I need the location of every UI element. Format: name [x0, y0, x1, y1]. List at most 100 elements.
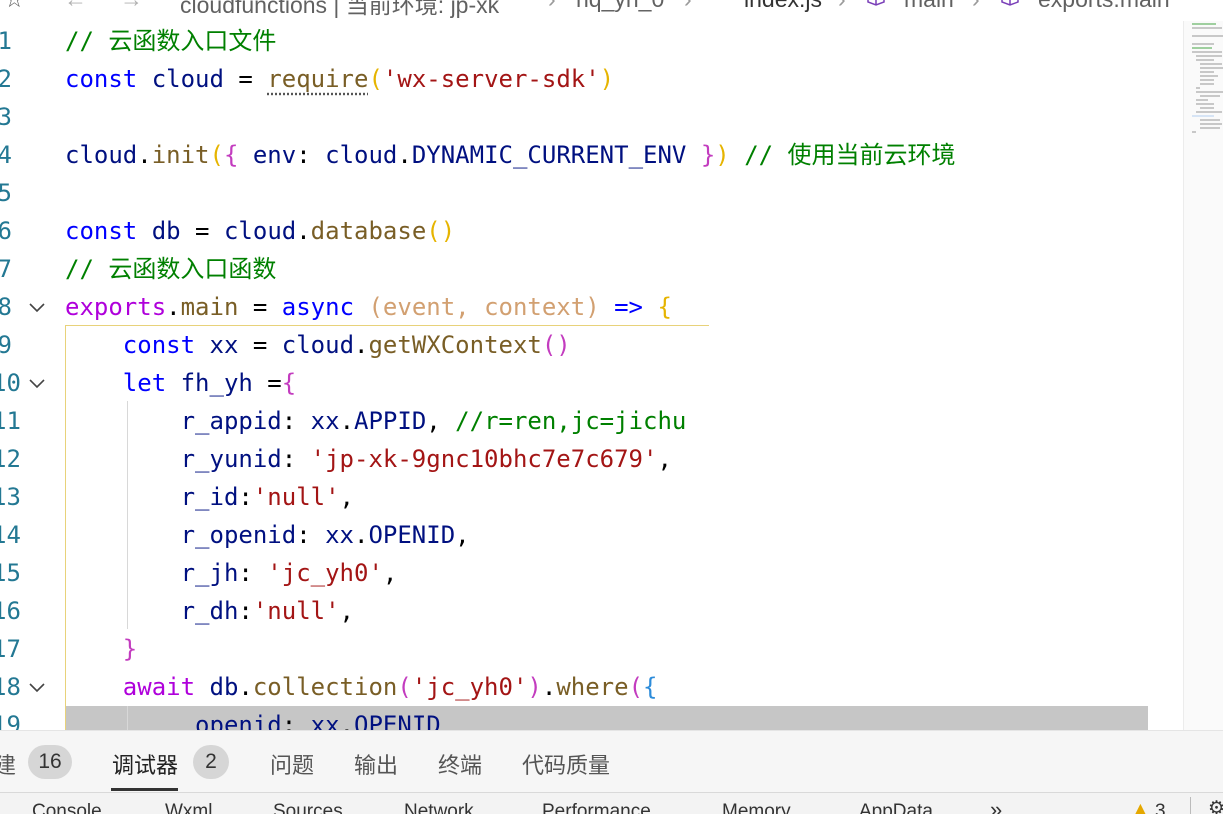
code-line[interactable]: 10 let fh_yh ={: [0, 364, 1183, 402]
code-token: :: [281, 407, 311, 435]
debugger-count-badge: 2: [193, 745, 229, 779]
devtools-tab-memory[interactable]: Memory: [722, 801, 791, 814]
code-editor[interactable]: 1 // 云函数入口文件 2 const cloud = require('wx-se…: [0, 21, 1183, 730]
code-line[interactable]: 11 r_appid: xx.APPID, //r=ren,jc=jichu: [0, 402, 1183, 440]
code-text: // 云函数入口文件: [65, 22, 276, 60]
code-token: :: [296, 141, 326, 169]
code-token: :: [281, 711, 311, 730]
code-token: =: [238, 331, 282, 359]
code-text: openid: xx.OPENID: [65, 706, 441, 730]
code-text: r_yunid: 'jp-xk-9gnc10bhc7e7c679',: [65, 440, 672, 478]
code-token: // 云函数入口函数: [65, 255, 277, 283]
tab-debugger[interactable]: 调试器: [112, 748, 178, 780]
code-token: .: [238, 673, 253, 701]
code-token: .: [296, 217, 311, 245]
breadcrumb-symbol-exports-main[interactable]: exports.main: [1038, 0, 1170, 13]
breadcrumb-symbol-main[interactable]: main: [904, 0, 954, 13]
code-token: const: [65, 65, 138, 93]
code-token: where: [556, 673, 629, 701]
code-token: 'null': [252, 483, 340, 511]
breadcrumb-folder[interactable]: cloudfunctions | 当前环境: jp-xk: [180, 0, 499, 20]
code-line[interactable]: 5: [0, 174, 1183, 212]
code-token: .: [354, 331, 369, 359]
code-line[interactable]: 2 const cloud = require('wx-server-sdk'): [0, 60, 1183, 98]
code-line[interactable]: 18 await db.collection('jc_yh0').where({: [0, 668, 1183, 706]
code-line[interactable]: 4 cloud.init({ env: cloud.DYNAMIC_CURRENT…: [0, 136, 1183, 174]
line-number: 12: [0, 445, 21, 473]
devtools-tab-appdata[interactable]: AppData: [859, 801, 933, 814]
code-line[interactable]: 19 openid: xx.OPENID: [0, 706, 1183, 730]
line-number: 11: [0, 407, 21, 435]
code-line[interactable]: 16 r_dh:'null',: [0, 592, 1183, 630]
code-token: r_jh: [180, 559, 239, 587]
tab-problems[interactable]: 问题: [270, 748, 314, 780]
bookmark-icon[interactable]: ☆: [4, 0, 25, 13]
code-line[interactable]: 15 r_jh: 'jc_yh0',: [0, 554, 1183, 592]
devtools-tab-performance[interactable]: Performance: [542, 801, 651, 814]
code-token: // 使用当前云环境: [744, 141, 956, 169]
line-number: 17: [0, 635, 21, 663]
tab-code-quality[interactable]: 代码质量: [522, 748, 610, 780]
code-token: :: [238, 559, 268, 587]
code-line[interactable]: 3: [0, 98, 1183, 136]
code-token: r_dh: [180, 597, 239, 625]
code-token: init: [151, 141, 210, 169]
devtools-tab-network[interactable]: Network: [404, 801, 474, 814]
code-token: :: [238, 597, 253, 625]
code-token: 'null': [252, 597, 340, 625]
code-token: 'wx-server-sdk': [382, 65, 600, 93]
code-token: db: [209, 673, 239, 701]
breadcrumb: ☆ ← → cloudfunctions | 当前环境: jp-xk › hq_…: [0, 0, 1223, 18]
fold-chevron-icon[interactable]: [27, 373, 47, 393]
settings-gear-icon[interactable]: ⚙: [1208, 797, 1223, 814]
code-line[interactable]: 14 r_openid: xx.OPENID,: [0, 516, 1183, 554]
code-text: r_id:'null',: [65, 478, 354, 516]
tab-build[interactable]: 建: [0, 748, 16, 780]
code-token: (: [628, 673, 644, 701]
back-arrow-icon[interactable]: ←: [64, 0, 87, 13]
devtools-tab-sources[interactable]: Sources: [273, 801, 343, 814]
code-line[interactable]: 13 r_id:'null',: [0, 478, 1183, 516]
minimap[interactable]: [1183, 21, 1223, 730]
code-line[interactable]: 6 const db = cloud.database(): [0, 212, 1183, 250]
code-token: .: [339, 407, 355, 435]
line-number: 13: [0, 483, 21, 511]
code-line[interactable]: 7 // 云函数入口函数: [0, 250, 1183, 288]
tab-output[interactable]: 输出: [354, 748, 398, 780]
code-token: await: [122, 673, 196, 701]
code-line[interactable]: 17 }: [0, 630, 1183, 668]
breadcrumb-separator: ›: [838, 0, 846, 13]
breadcrumb-file[interactable]: index.js: [744, 0, 822, 13]
breadcrumb-separator: ›: [684, 0, 692, 13]
line-number: 5: [0, 179, 12, 207]
code-token: env: [252, 141, 297, 169]
forward-arrow-icon[interactable]: →: [120, 0, 143, 13]
code-token: {: [281, 369, 297, 397]
code-line[interactable]: 12 r_yunid: 'jp-xk-9gnc10bhc7e7c679',: [0, 440, 1183, 478]
fold-chevron-icon[interactable]: [27, 297, 47, 317]
code-token: const: [122, 331, 196, 359]
code-line[interactable]: 1 // 云函数入口文件: [0, 22, 1183, 60]
code-token: getWXContext: [368, 331, 542, 359]
tab-terminal[interactable]: 终端: [438, 748, 482, 780]
code-line[interactable]: 8 exports.main = async (event, context) =…: [0, 288, 1183, 326]
code-token: fh_yh: [180, 369, 253, 397]
code-token: exports: [65, 293, 167, 321]
line-number: 1: [0, 27, 12, 55]
devtools-tab-console[interactable]: Console: [32, 801, 102, 814]
more-tabs-icon[interactable]: »: [990, 797, 1002, 814]
code-line[interactable]: 9 const xx = cloud.getWXContext(): [0, 326, 1183, 364]
breadcrumb-function[interactable]: hq_yh_0: [576, 0, 664, 13]
devtools-tab-wxml[interactable]: Wxml: [165, 801, 212, 814]
code-token: const: [65, 217, 138, 245]
fold-chevron-icon[interactable]: [27, 677, 47, 697]
code-text: await db.collection('jc_yh0').where({: [65, 668, 658, 706]
build-count-badge: 16: [28, 745, 72, 779]
